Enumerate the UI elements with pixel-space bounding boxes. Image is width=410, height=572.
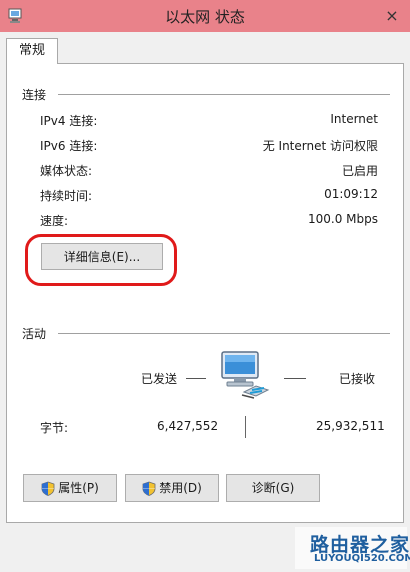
highlight-annotation — [25, 234, 177, 286]
properties-button[interactable]: 属性(P) — [23, 474, 117, 502]
shield-icon — [142, 481, 156, 496]
bytes-divider — [245, 416, 246, 438]
disable-label: 禁用(D) — [159, 481, 202, 495]
connection-group-divider — [58, 94, 390, 95]
properties-label: 属性(P) — [58, 481, 99, 495]
disable-button[interactable]: 禁用(D) — [125, 474, 219, 502]
duration-label: 持续时间: — [40, 189, 93, 203]
bytes-label: 字节: — [40, 421, 69, 435]
duration-value: 01:09:12 — [324, 187, 378, 201]
window-title: 以太网 状态 — [165, 8, 245, 26]
sent-label: 已发送 — [141, 372, 178, 386]
network-computer-icon — [221, 351, 270, 399]
ipv6-label: IPv6 连接: — [40, 139, 98, 153]
received-label: 已接收 — [339, 372, 376, 386]
ipv4-label: IPv4 连接: — [40, 114, 98, 128]
media-state-value: 已启用 — [341, 164, 378, 178]
bytes-received-value: 25,932,511 — [316, 419, 385, 433]
ipv6-value: 无 Internet 访问权限 — [262, 139, 378, 153]
title-bar: 以太网 状态 × — [0, 0, 410, 32]
activity-group-label: 活动 — [22, 327, 47, 341]
general-panel — [6, 63, 404, 523]
shield-icon — [41, 481, 55, 496]
speed-label: 速度: — [40, 214, 69, 228]
diagnose-button[interactable]: 诊断(G) — [226, 474, 320, 502]
watermark-url: LUYOUQI520.COM — [314, 553, 410, 564]
speed-value: 100.0 Mbps — [307, 212, 378, 226]
activity-group-divider — [58, 333, 390, 334]
ipv4-value: Internet — [330, 112, 378, 126]
media-state-label: 媒体状态: — [40, 164, 93, 178]
tab-general[interactable]: 常规 — [6, 38, 58, 64]
bytes-sent-value: 6,427,552 — [157, 419, 219, 433]
received-dash — [284, 378, 306, 379]
sent-dash — [186, 378, 206, 379]
connection-group-label: 连接 — [22, 88, 47, 102]
close-icon[interactable]: × — [382, 6, 402, 26]
